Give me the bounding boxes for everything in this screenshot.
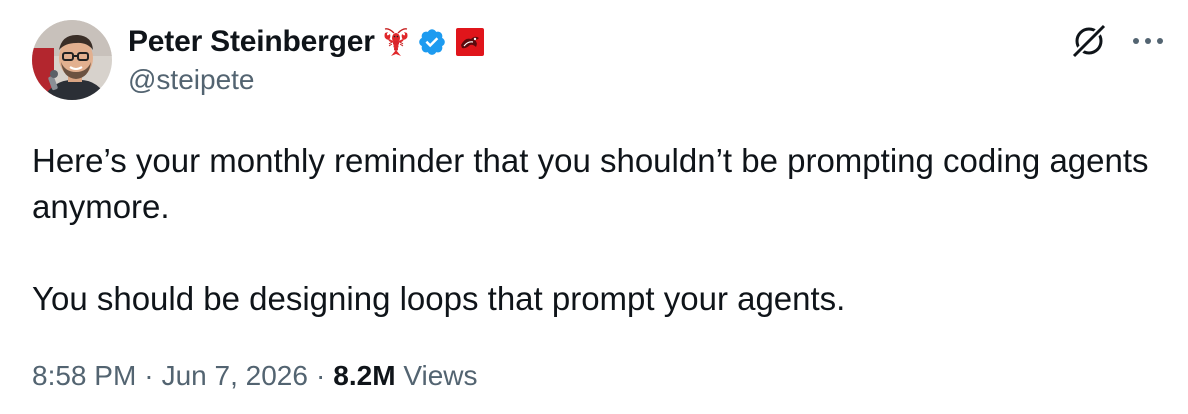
meta-separator: · <box>315 360 326 391</box>
tweet-meta: 8:58 PM · Jun 7, 2026 · 8.2M Views <box>32 360 478 392</box>
meta-separator: · <box>144 360 154 391</box>
tweet-top-actions <box>1070 22 1166 60</box>
avatar[interactable] <box>32 20 112 100</box>
avatar-image <box>32 20 112 100</box>
views-count: 8.2M <box>333 360 396 391</box>
tweet-card: Peter Steinberger @steipete Here’s your … <box>0 0 1188 414</box>
more-options-icon[interactable] <box>1130 35 1166 47</box>
tweet-time[interactable]: 8:58 PM <box>32 360 136 392</box>
author-name-row: Peter Steinberger <box>128 22 485 62</box>
author-display-name[interactable]: Peter Steinberger <box>128 25 375 59</box>
affiliation-badge-icon[interactable] <box>455 27 485 57</box>
verified-badge-icon[interactable] <box>417 27 447 57</box>
tweet-text: Here’s your monthly reminder that you sh… <box>32 138 1152 322</box>
views-label: Views <box>403 360 478 391</box>
views-group[interactable]: 8.2M Views <box>333 360 477 392</box>
lobster-icon <box>383 27 409 57</box>
author-handle[interactable]: @steipete <box>128 64 255 96</box>
tweet-date[interactable]: Jun 7, 2026 <box>162 360 308 392</box>
tweet-paragraph-2: You should be designing loops that promp… <box>32 280 846 317</box>
tweet-paragraph-1: Here’s your monthly reminder that you sh… <box>32 142 1149 225</box>
grok-icon[interactable] <box>1070 22 1108 60</box>
